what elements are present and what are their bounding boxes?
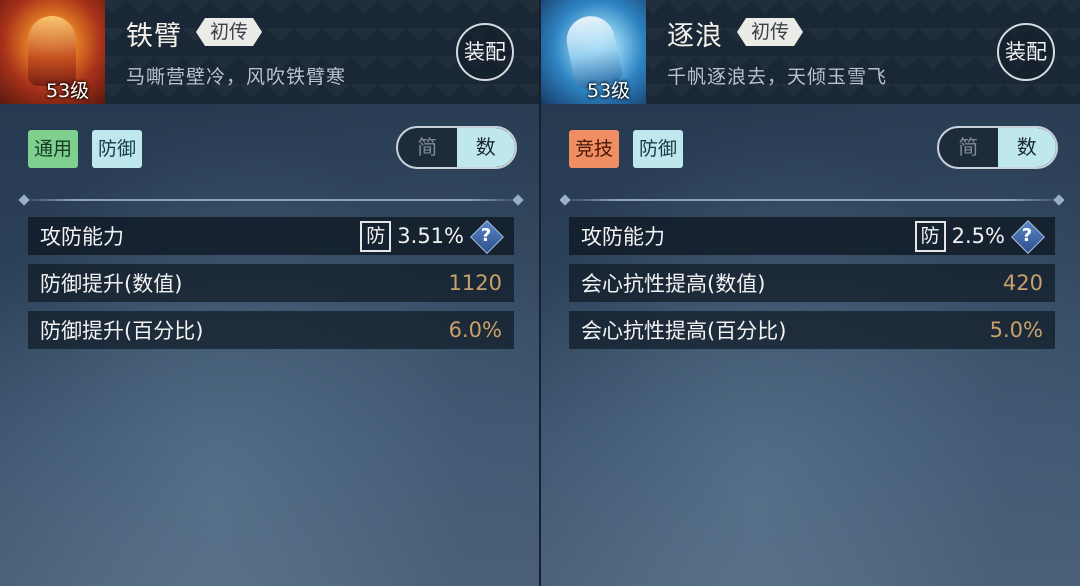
card-tiebi: 53级 铁臂 初传 马嘶营壁冷，风吹铁臂寒 装配 通用 防御 简 数 攻防能力 … [0,0,539,586]
rarity-badge: 初传 [196,18,262,46]
stat-row: 会心抗性提高(数值) 420 [569,264,1055,302]
skill-name: 铁臂 [126,21,182,52]
stat-value: 420 [1002,271,1043,295]
level-label: 53级 [587,80,631,102]
card-zhulang: 53级 逐浪 初传 千帆逐浪去，天倾玉雪飞 装配 竞技 防御 简 数 攻防能力 … [541,0,1080,586]
toggle-numeric[interactable]: 数 [997,128,1056,167]
stat-value: 5.0% [989,318,1043,342]
simple-numeric-toggle[interactable]: 简 数 [937,126,1058,169]
stat-row: 会心抗性提高(百分比) 5.0% [569,311,1055,349]
question-mark: ? [1021,225,1033,246]
question-mark: ? [480,225,492,246]
stat-label: 防御提升(百分比) [40,319,204,343]
skill-name: 逐浪 [667,21,723,52]
help-icon[interactable]: ? [1011,220,1045,254]
skill-motto: 马嘶营壁冷，风吹铁臂寒 [126,66,347,88]
main-stat-label: 攻防能力 [581,225,665,249]
tag-defense: 防御 [633,130,684,168]
tag-general: 通用 [28,130,79,168]
toggle-numeric[interactable]: 数 [456,128,515,167]
defense-badge: 防 [914,220,946,252]
main-stat-label: 攻防能力 [40,225,124,249]
tag-arena: 竞技 [569,130,620,168]
toggle-simple[interactable]: 简 [939,128,998,167]
divider [24,199,518,201]
screen: 53级 铁臂 初传 马嘶营壁冷，风吹铁臂寒 装配 通用 防御 简 数 攻防能力 … [0,0,1080,586]
main-stat-value: 2.5% [951,224,1005,248]
tag-defense: 防御 [92,130,143,168]
stat-row: 防御提升(数值) 1120 [28,264,514,302]
main-stat-row: 攻防能力 防 3.51% ? [28,217,514,255]
stat-label: 会心抗性提高(百分比) [581,319,787,343]
level-label: 53级 [46,80,90,102]
skill-motto: 千帆逐浪去，天倾玉雪飞 [667,66,888,88]
equip-button[interactable]: 装配 [456,23,514,81]
rarity-badge: 初传 [737,18,803,46]
equip-button[interactable]: 装配 [997,23,1055,81]
skill-portrait[interactable]: 53级 [541,0,646,104]
stat-label: 防御提升(数值) [40,272,183,296]
stat-value: 1120 [448,271,502,295]
skill-portrait[interactable]: 53级 [0,0,105,104]
divider [565,199,1059,201]
simple-numeric-toggle[interactable]: 简 数 [396,126,517,169]
toggle-simple[interactable]: 简 [398,128,457,167]
stat-row: 防御提升(百分比) 6.0% [28,311,514,349]
main-stat-value: 3.51% [397,224,464,248]
stat-value: 6.0% [448,318,502,342]
help-icon[interactable]: ? [470,220,504,254]
stat-label: 会心抗性提高(数值) [581,272,766,296]
defense-badge: 防 [360,220,392,252]
main-stat-row: 攻防能力 防 2.5% ? [569,217,1055,255]
